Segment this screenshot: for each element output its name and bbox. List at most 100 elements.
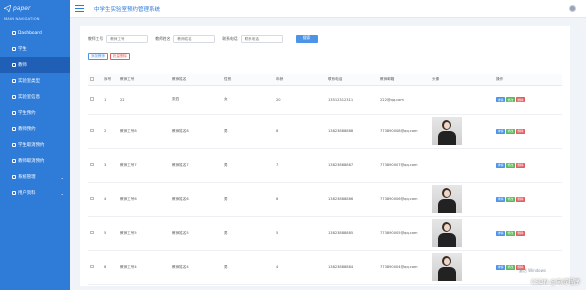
nav-section-title: MAIN NAVIGATION (4, 17, 40, 21)
edit-button[interactable]: 修改 (506, 128, 515, 134)
sidebar-item[interactable]: 教师取消预约 (0, 153, 70, 169)
view-button[interactable]: 详情 (496, 97, 505, 102)
logo: paper (0, 0, 70, 16)
select-all-checkbox[interactable] (90, 77, 94, 81)
column-header: 联系电话 (326, 74, 378, 86)
menu-item-icon (12, 191, 16, 195)
phone-input[interactable] (240, 34, 283, 43)
edit-button[interactable]: 修改 (506, 97, 515, 102)
sidebar-item[interactable]: 实验室信息 (0, 89, 70, 105)
delete-button[interactable]: 删除 (516, 97, 525, 102)
cell-phone: 13823888886 (328, 197, 354, 201)
sidebar-item-label: Dashboard (18, 30, 42, 36)
batch-delete-button[interactable]: 批量删除 (110, 53, 130, 60)
view-button[interactable]: 详情 (496, 230, 505, 236)
column-header: 头像 (430, 74, 494, 86)
cell-age: 5 (276, 231, 279, 235)
sidebar-item[interactable]: 学生 (0, 41, 70, 57)
menu-item-icon (12, 31, 16, 35)
cell-name: 教师姓名8 (172, 128, 189, 133)
cell-age: 20 (276, 97, 281, 102)
view-button[interactable]: 详情 (496, 128, 505, 134)
cell-gender: 女 (224, 97, 228, 101)
cell-id: 教师工号5 (120, 230, 137, 235)
cell-phone: 13823888887 (328, 163, 354, 167)
cell-name: 教师姓名7 (172, 162, 189, 167)
cell-age: 6 (276, 197, 279, 201)
cell-id: 教师工号7 (120, 162, 137, 167)
teacher-name-input[interactable] (173, 34, 216, 43)
delete-button[interactable]: 删除 (516, 230, 525, 236)
menu-item-icon (12, 47, 16, 51)
teacher-name-label: 教师姓名 (155, 35, 171, 41)
main-panel: 教师工号 教师姓名 联系电话 搜索 添加教师 批量删除 序号教师工号教师姓名性别… (80, 26, 570, 286)
cell-phone: 13823888884 (328, 265, 354, 269)
sidebar-item-label: 教师取消预约 (18, 159, 45, 164)
chevron-down-icon: ⌄ (60, 190, 64, 196)
cell-no: 3 (104, 163, 107, 167)
cell-name: 教师姓名6 (172, 196, 189, 201)
teacher-id-input[interactable] (106, 34, 149, 43)
cell-gender: 男 (224, 128, 228, 133)
view-button[interactable]: 详情 (496, 162, 505, 168)
menu-item-icon (12, 159, 16, 163)
top-header: 中学生实验室预约管理系统 (70, 0, 586, 18)
row-checkbox[interactable] (90, 230, 94, 235)
sidebar-item[interactable]: 实验室类型 (0, 73, 70, 89)
row-checkbox[interactable] (90, 162, 94, 167)
sidebar-item[interactable]: 教师预约 (0, 121, 70, 137)
row-checkbox[interactable] (90, 264, 94, 269)
hamburger-menu-icon[interactable] (75, 5, 84, 12)
delete-button[interactable]: 删除 (516, 128, 525, 134)
row-actions: 详情 修改 删除 (496, 196, 562, 202)
cell-no: 4 (104, 197, 107, 201)
cell-gender: 男 (224, 230, 228, 235)
sidebar-item[interactable]: 系统管理 ⌄ (0, 169, 70, 185)
sidebar-item-label: 学生预约 (18, 111, 36, 116)
column-header: 教师邮箱 (378, 74, 430, 86)
cell-email: 773890006@qq.com (380, 197, 418, 201)
row-checkbox[interactable] (90, 97, 94, 101)
cell-email: 773890007@qq.com (380, 163, 418, 167)
teacher-table: 序号 教师工号 教师姓名 性别 年龄 联系电话 教师邮箱 头像 操作 1 22 张四 女 20 13512… (88, 74, 562, 285)
paper-plane-icon (4, 4, 11, 12)
edit-button[interactable]: 修改 (506, 162, 515, 168)
view-button[interactable]: 详情 (496, 196, 505, 202)
search-button[interactable]: 搜索 (295, 34, 318, 43)
sidebar-item[interactable]: 教师 (0, 57, 70, 73)
delete-button[interactable]: 删除 (516, 162, 525, 168)
sidebar-item[interactable]: 用户资料 ⌄ (0, 185, 70, 201)
add-teacher-button[interactable]: 添加教师 (88, 53, 108, 60)
edit-button[interactable]: 修改 (506, 230, 515, 236)
menu-item-icon (12, 127, 16, 131)
column-header: 性别 (222, 74, 274, 86)
cell-no: 1 (104, 97, 107, 102)
cell-email: 773890008@qq.com (380, 129, 418, 133)
row-checkbox[interactable] (90, 196, 94, 201)
table-row: 4 教师工号6 教师姓名6 男 6 13823888886 773890006@qq.com… (88, 182, 562, 217)
user-avatar[interactable] (569, 5, 576, 12)
sidebar-item[interactable]: Dashboard (0, 25, 70, 41)
windows-activation-note: 激活 Windows (518, 268, 546, 273)
teacher-photo (432, 253, 462, 281)
cell-email: 222@qq.com (380, 97, 404, 102)
row-checkbox[interactable] (90, 128, 94, 133)
sidebar-item[interactable]: 学生取消预约 (0, 137, 70, 153)
view-button[interactable]: 详情 (496, 264, 505, 270)
teacher-photo (432, 185, 462, 213)
table-row: 1 22 张四 女 20 13512312311 222@qq.com 详情 修改 删除 (88, 85, 562, 115)
cell-email: 773890004@qq.com (380, 265, 418, 269)
edit-button[interactable]: 修改 (506, 264, 515, 270)
sidebar-item-label: 学生 (18, 47, 27, 52)
column-header: 序号 (102, 74, 118, 86)
cell-gender: 男 (224, 264, 228, 269)
menu-item-icon (12, 175, 16, 179)
sidebar-item-label: 学生取消预约 (18, 143, 45, 148)
sidebar-item[interactable]: 学生预约 (0, 105, 70, 121)
cell-no: 6 (104, 265, 107, 269)
cell-gender: 男 (224, 196, 228, 201)
edit-button[interactable]: 修改 (506, 196, 515, 202)
delete-button[interactable]: 删除 (516, 196, 525, 202)
teacher-photo (432, 117, 462, 145)
menu-item-icon (12, 79, 16, 83)
